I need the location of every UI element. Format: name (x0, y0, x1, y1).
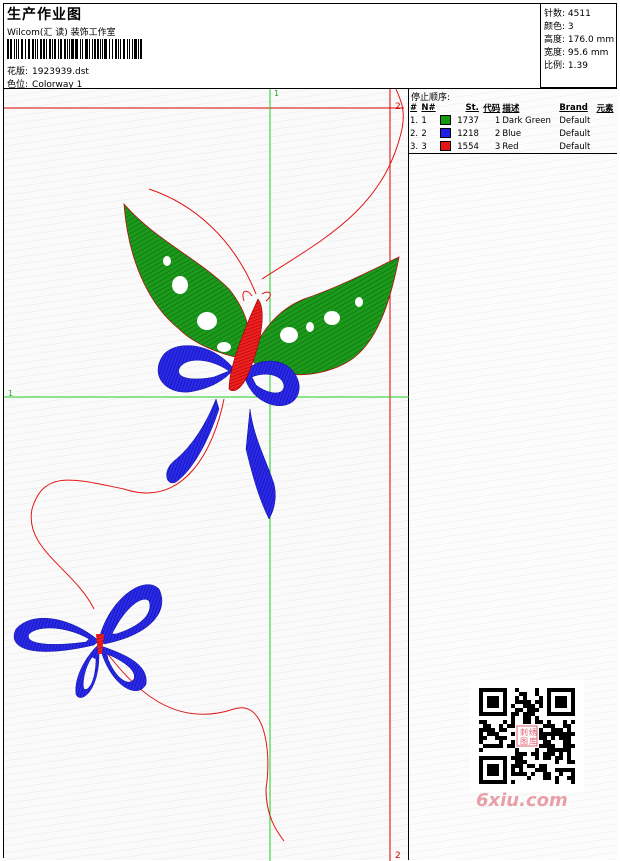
color-swatch (439, 141, 451, 152)
butterfly-small (13, 584, 163, 698)
cell-code: 2 (494, 128, 501, 139)
cell-n: 1 (421, 115, 427, 126)
table-divider (409, 153, 617, 154)
cell-brand: Default (559, 128, 591, 139)
jump-threads (30, 89, 404, 842)
cell-idx: 2. (410, 128, 419, 139)
guide-label-top: 2 (395, 102, 401, 112)
cell-code: 1 (494, 115, 501, 126)
cell-swatch (439, 140, 454, 154)
thread-table-header: # N# St. 代码 描述 Brand 元素 (409, 101, 617, 114)
barcode (7, 39, 142, 59)
cell-brand: Default (559, 141, 591, 152)
design-canvas[interactable]: 2 1 1 2 (4, 88, 409, 861)
guide-label-v: 1 (274, 89, 279, 98)
stats-box: 针数: 4511 颜色: 3 高度: 176.0 mm 宽度: 95.6 mm … (540, 3, 617, 88)
cell-swatch (439, 114, 454, 127)
svg-text:图: 图 (520, 737, 528, 746)
guide-label-h: 1 (8, 389, 13, 398)
watermark-site: 6xiu.com (476, 790, 568, 811)
cell-idx: 3. (410, 141, 419, 152)
table-row[interactable]: 2. 2 1218 2 Blue Default (409, 127, 617, 140)
cell-desc: Dark Green (502, 115, 551, 126)
stat-colors: 颜色: 3 (544, 22, 574, 32)
qr-code: 刺绣图库 (470, 680, 584, 792)
cell-idx: 1. (410, 115, 419, 126)
col-element: 元素 (596, 103, 614, 114)
svg-text:刺: 刺 (520, 728, 528, 737)
cell-desc: Blue (502, 128, 522, 139)
color-swatch (439, 115, 451, 126)
cell-element (596, 114, 617, 127)
table-row[interactable]: 3. 3 1554 3 Red Default (409, 140, 617, 154)
stat-width: 宽度: 95.6 mm (544, 48, 609, 58)
svg-text:绣: 绣 (529, 727, 537, 737)
thread-table: # N# St. 代码 描述 Brand 元素 1. 1 1737 1 Dark Gre… (409, 101, 617, 154)
embroidery-preview: 2 1 1 2 (4, 89, 409, 861)
svg-text:库: 库 (529, 736, 537, 746)
design-line: 花版: 1923939.dst (7, 64, 89, 77)
cell-n: 2 (421, 128, 427, 139)
cell-element (596, 127, 617, 140)
col-needle: N# (421, 102, 436, 113)
color-swatch (439, 128, 451, 139)
col-stitches: St. (465, 102, 479, 113)
col-index: # (410, 102, 418, 113)
design-value: 1923939.dst (32, 67, 89, 77)
col-desc: 描述 (502, 103, 520, 114)
cell-stitches: 1218 (457, 128, 479, 139)
cell-desc: Red (502, 141, 519, 152)
studio-name: Wilcom(汇 读) 装饰工作室 (7, 28, 116, 38)
cell-stitches: 1737 (457, 115, 479, 126)
header: 生产作业图 Wilcom(汇 读) 装饰工作室 花版: 1923939.dst 色… (4, 4, 540, 90)
cell-n: 3 (421, 141, 427, 152)
stat-ratio: 比例: 1.39 (544, 61, 588, 71)
guide-label-bottom: 2 (395, 851, 401, 861)
col-code: 代码 (483, 103, 501, 114)
cell-element (596, 140, 617, 154)
stat-stitches: 针数: 4511 (544, 9, 591, 19)
page-title: 生产作业图 (7, 7, 82, 23)
col-color (439, 101, 454, 114)
design-label: 花版: (7, 67, 29, 77)
col-brand: Brand (559, 102, 588, 113)
cell-swatch (439, 127, 454, 140)
stat-height: 高度: 176.0 mm (544, 35, 615, 45)
cell-code: 3 (494, 141, 501, 152)
table-row[interactable]: 1. 1 1737 1 Dark Green Default (409, 114, 617, 127)
cell-stitches: 1554 (457, 141, 479, 152)
cell-brand: Default (559, 115, 591, 126)
butterfly-large (123, 202, 400, 520)
